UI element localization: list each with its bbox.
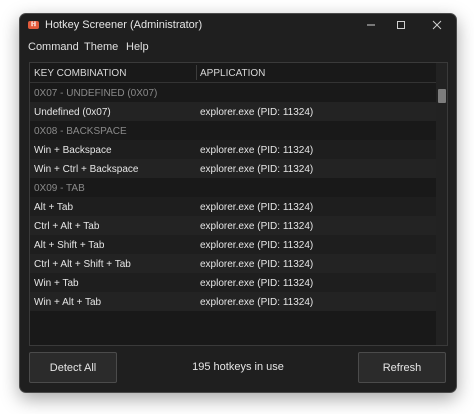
app-window: ℍ Hotkey Screener (Administrator) Comman… [19,13,457,393]
table-row[interactable]: Win + Tab explorer.exe (PID: 11324) [30,273,436,292]
app-icon: ℍ [28,21,39,29]
close-icon [432,20,442,30]
table-row[interactable]: Alt + Shift + Tab explorer.exe (PID: 1132… [30,235,436,254]
title-bar[interactable]: ℍ Hotkey Screener (Administrator) [20,14,456,36]
key-combination-cell: Undefined (0x07) [34,107,111,118]
table-row[interactable]: Win + Backspace explorer.exe (PID: 11324) [30,140,436,159]
application-cell: explorer.exe (PID: 11324) [200,278,314,289]
key-combination-cell: Ctrl + Alt + Shift + Tab [34,259,131,270]
key-combination-cell: Win + Ctrl + Backspace [34,164,139,175]
key-combination-cell: Win + Tab [34,278,79,289]
maximize-icon [397,21,405,29]
group-header-row: 0X09 - TAB [30,178,436,197]
menu-command[interactable]: Command [28,41,79,53]
group-header-row: 0X08 - BACKSPACE [30,121,436,140]
key-combination-cell: Ctrl + Alt + Tab [34,221,100,232]
application-cell: explorer.exe (PID: 11324) [200,259,314,270]
maximize-button[interactable] [384,14,418,36]
footer-bar: Detect All 195 hotkeys in use Refresh [20,348,456,392]
application-cell: explorer.exe (PID: 11324) [200,297,314,308]
menu-help[interactable]: Help [126,41,149,53]
window-title: Hotkey Screener (Administrator) [45,19,203,31]
key-combination-cell: Win + Alt + Tab [34,297,102,308]
group-header-row: 0X07 - UNDEFINED (0X07) [30,83,436,102]
column-key-combination[interactable]: KEY COMBINATION [34,68,126,79]
minimize-icon [367,24,375,26]
application-cell: explorer.exe (PID: 11324) [200,145,314,156]
scrollbar-thumb[interactable] [438,89,446,103]
minimize-button[interactable] [354,14,388,36]
close-button[interactable] [420,14,454,36]
list-header: KEY COMBINATION APPLICATION [30,63,436,83]
table-row[interactable]: Win + Alt + Tab explorer.exe (PID: 11324) [30,292,436,311]
table-row[interactable]: Win + Ctrl + Backspace explorer.exe (PID:… [30,159,436,178]
application-cell: explorer.exe (PID: 11324) [200,202,314,213]
application-cell: explorer.exe (PID: 11324) [200,221,314,232]
group-label: 0X09 - TAB [34,183,85,194]
vertical-scrollbar[interactable] [436,63,447,345]
group-label: 0X07 - UNDEFINED (0X07) [34,88,158,99]
menu-theme[interactable]: Theme [84,41,118,53]
key-combination-cell: Alt + Shift + Tab [34,240,105,251]
column-divider[interactable] [196,65,197,80]
application-cell: explorer.exe (PID: 11324) [200,107,314,118]
application-cell: explorer.exe (PID: 11324) [200,164,314,175]
key-combination-cell: Win + Backspace [34,145,112,156]
application-cell: explorer.exe (PID: 11324) [200,240,314,251]
hotkey-list[interactable]: KEY COMBINATION APPLICATION 0X07 - UNDEF… [29,62,448,346]
group-label: 0X08 - BACKSPACE [34,126,127,137]
column-application[interactable]: APPLICATION [200,68,265,79]
table-row[interactable]: Ctrl + Alt + Tab explorer.exe (PID: 11324… [30,216,436,235]
table-row[interactable]: Ctrl + Alt + Shift + Tab explorer.exe (PI… [30,254,436,273]
refresh-button[interactable]: Refresh [358,352,446,383]
table-row[interactable]: Undefined (0x07) explorer.exe (PID: 11324… [30,102,436,121]
table-row[interactable]: Alt + Tab explorer.exe (PID: 11324) [30,197,436,216]
key-combination-cell: Alt + Tab [34,202,74,213]
